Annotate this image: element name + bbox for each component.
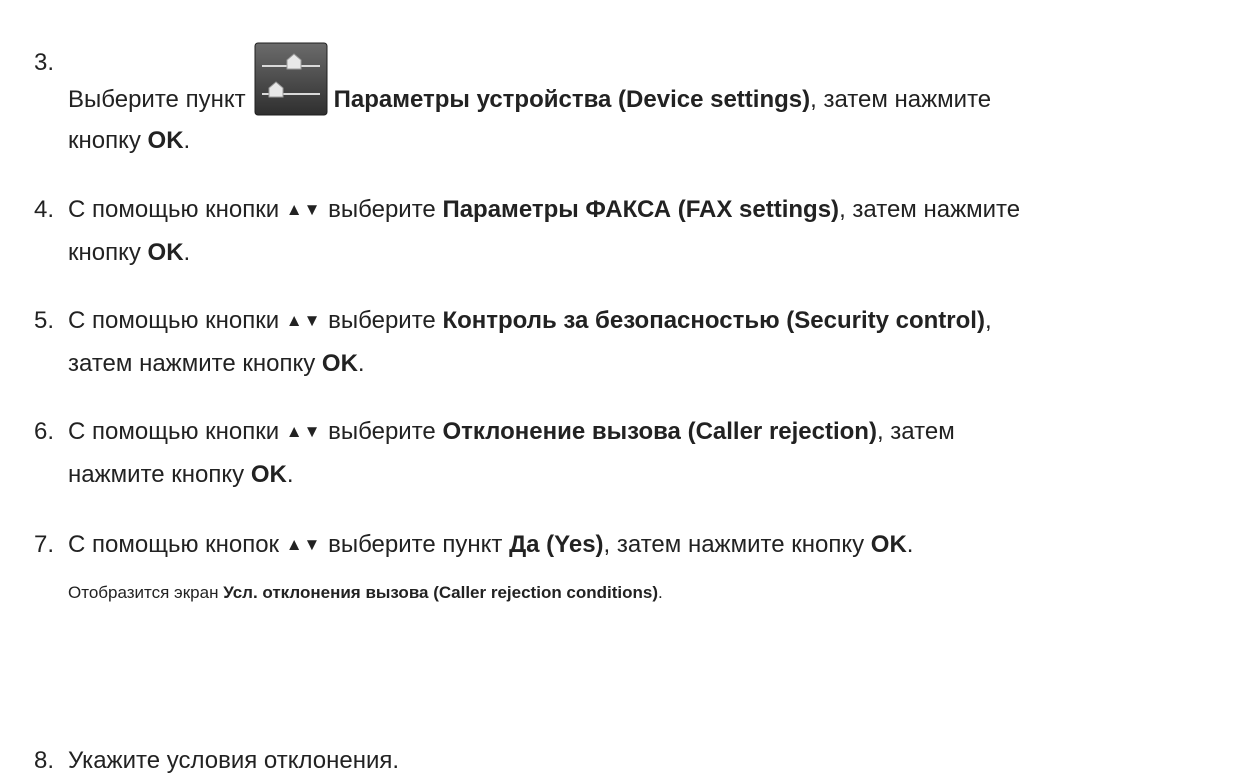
step-text-part: , затем нажмите bbox=[810, 86, 992, 113]
step-text: Выберите пункт Параметры устройства (Dev… bbox=[68, 42, 1234, 161]
ok-button-name: OK bbox=[870, 531, 907, 558]
step-text: С помощью кнопок ▲▼ выберите пункт Да (Y… bbox=[68, 524, 1234, 605]
step-text-part: , затем bbox=[876, 418, 955, 445]
device-settings-icon bbox=[254, 42, 328, 116]
device-settings-icon-graphic bbox=[254, 42, 328, 116]
ok-button-name: OK bbox=[321, 350, 358, 377]
step-text-part: С помощью кнопки bbox=[68, 418, 280, 445]
step-text-part: , затем нажмите bbox=[839, 196, 1021, 223]
menu-item-name: Контроль за безопасностью (Security cont… bbox=[442, 307, 985, 334]
step-text-part: С помощью кнопок bbox=[68, 531, 280, 558]
menu-item-name: Отклонение вызова (Caller rejection) bbox=[442, 418, 877, 445]
step-text: С помощью кнопки ▲▼ выберите Отклонение … bbox=[68, 411, 1234, 495]
step-text-part: выберите bbox=[328, 307, 436, 334]
step-text-part: кнопку bbox=[68, 127, 141, 154]
note-text-part: Отобразится экран bbox=[68, 583, 219, 602]
step-text-part: . bbox=[906, 531, 914, 558]
screen-name: Усл. отклонения вызова (Caller rejection… bbox=[223, 583, 659, 602]
step-number: 7. bbox=[34, 531, 55, 558]
step-number: 5. bbox=[34, 307, 55, 334]
step-text-part: С помощью кнопки bbox=[68, 307, 280, 334]
step-text-part: , затем нажмите кнопку bbox=[603, 531, 865, 558]
step-note: Отобразится экран Усл. отклонения вызова… bbox=[68, 581, 1234, 605]
step-text: Укажите условия отклонения. bbox=[68, 740, 1234, 781]
up-down-arrows-icon: ▲▼ bbox=[285, 200, 322, 219]
step-text-part: нажмите кнопку bbox=[68, 461, 245, 488]
step-text-part: . bbox=[183, 127, 191, 154]
menu-item-name: Параметры устройства (Device settings) bbox=[333, 86, 811, 113]
step-text-part: С помощью кнопки bbox=[68, 196, 280, 223]
step-number: 4. bbox=[34, 196, 55, 223]
step-text-part: затем нажмите кнопку bbox=[68, 350, 316, 377]
step-text: С помощью кнопки ▲▼ выберите Контроль за… bbox=[68, 300, 1234, 384]
step-text-part: Выберите пункт bbox=[68, 86, 246, 113]
step-text-part: кнопку bbox=[68, 239, 141, 266]
instruction-document: 3. Выберите пункт Параметры устройства (… bbox=[0, 0, 1246, 778]
up-down-arrows-icon: ▲▼ bbox=[285, 535, 322, 554]
step-number: 6. bbox=[34, 418, 55, 445]
ok-button-name: OK bbox=[147, 239, 184, 266]
step-text-part: . bbox=[286, 461, 294, 488]
step-number: 3. bbox=[34, 49, 55, 76]
ok-button-name: OK bbox=[250, 461, 287, 488]
step-text-part: выберите пункт bbox=[328, 531, 503, 558]
step-text: С помощью кнопки ▲▼ выберите Параметры Ф… bbox=[68, 189, 1234, 273]
step-text-part: , bbox=[984, 307, 992, 334]
up-down-arrows-icon: ▲▼ bbox=[285, 422, 322, 441]
ok-button-name: OK bbox=[147, 127, 184, 154]
menu-item-name: Параметры ФАКСА (FAX settings) bbox=[442, 196, 840, 223]
step-text-part: Укажите условия отклонения. bbox=[68, 747, 400, 774]
step-text-part: . bbox=[183, 239, 191, 266]
note-text-part: . bbox=[658, 583, 663, 602]
step-number: 8. bbox=[34, 747, 55, 774]
step-text-part: . bbox=[357, 350, 365, 377]
step-text-part: выберите bbox=[328, 196, 436, 223]
step-text-part: выберите bbox=[328, 418, 436, 445]
up-down-arrows-icon: ▲▼ bbox=[285, 311, 322, 330]
menu-item-name: Да (Yes) bbox=[509, 531, 604, 558]
